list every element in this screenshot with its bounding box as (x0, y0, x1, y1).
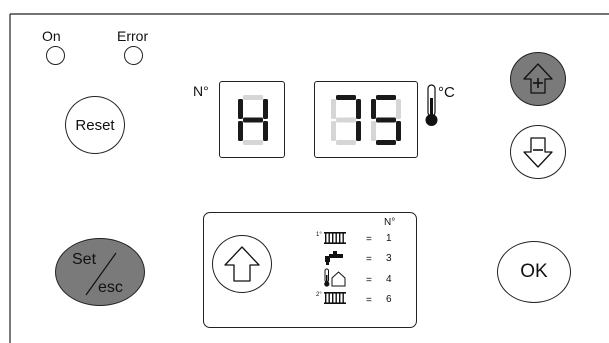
outdoor-thermometer-house-icon (324, 268, 346, 287)
esc-label: esc (98, 279, 123, 296)
legend-row-value: 1 (386, 233, 392, 244)
segment-b (263, 99, 268, 119)
ok-button[interactable]: OK (497, 241, 571, 303)
legend-row-equals: = (366, 295, 372, 306)
segment-b (356, 99, 361, 119)
segment-d (336, 140, 356, 145)
segment-d (243, 140, 263, 145)
segment-g (243, 117, 263, 123)
legend-row-prefix: 2° (316, 292, 322, 298)
segment-b (396, 99, 401, 119)
segment-a (376, 95, 396, 100)
legend-row-equals: = (366, 234, 372, 245)
legend-up-button[interactable] (212, 235, 272, 293)
segment-c (356, 121, 361, 141)
segment-e (371, 121, 376, 141)
segment-a (243, 95, 263, 100)
segment-g (336, 117, 356, 123)
plus-up-button[interactable] (510, 52, 566, 106)
ok-label: OK (520, 261, 548, 282)
segment-d (376, 140, 396, 145)
legend-row-equals: = (366, 275, 372, 286)
temperature-display (314, 81, 418, 158)
segment-f (238, 99, 243, 119)
segment-f (371, 99, 376, 119)
radiator-icon (324, 232, 346, 244)
legend-row-value: 6 (386, 294, 392, 305)
plus-up-arrow-icon (523, 63, 553, 94)
legend-header: N° (384, 217, 396, 228)
segment-f (331, 99, 336, 119)
segment-e (238, 121, 243, 141)
segment-c (263, 121, 268, 141)
error-led (124, 46, 143, 65)
segment-e (331, 121, 336, 141)
set-label: Set (72, 251, 97, 268)
legend-row-value: 4 (386, 274, 392, 285)
radiator-icon (324, 292, 346, 304)
on-label: On (42, 28, 61, 44)
number-label: N° (193, 83, 209, 99)
mode-legend-panel: N° 1° = 1 = 3 = 4 2° = 6 (203, 212, 417, 328)
unit-label: °C (438, 84, 455, 101)
minus-down-button[interactable] (510, 125, 566, 179)
set-esc-button[interactable]: Set esc (55, 238, 145, 306)
segment-a (336, 95, 356, 100)
on-led (46, 46, 65, 65)
control-panel: On Error Reset Set esc N° °C OK N° 1° = … (0, 0, 609, 343)
reset-button[interactable]: Reset (65, 96, 125, 154)
legend-row-value: 3 (386, 253, 392, 264)
mode-display (219, 81, 285, 158)
up-arrow-icon (224, 246, 260, 282)
legend-row-equals: = (366, 254, 372, 265)
reset-label: Reset (75, 116, 115, 134)
legend-row-prefix: 1° (316, 232, 322, 238)
tap-icon (325, 251, 343, 265)
error-label: Error (117, 28, 149, 44)
temperature-digits (331, 95, 401, 145)
minus-down-arrow-icon (523, 137, 553, 168)
mode-digit (238, 95, 268, 145)
segment-c (396, 121, 401, 141)
segment-g (376, 117, 396, 123)
